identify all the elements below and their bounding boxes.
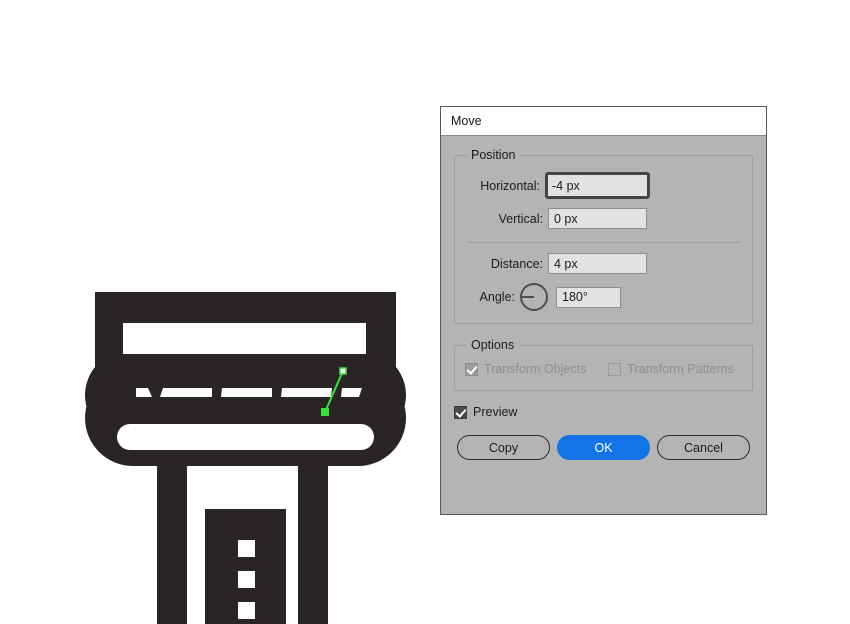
ac-leg-left (157, 466, 187, 624)
options-row: Transform Objects Transform Patterns (465, 358, 742, 376)
transform-objects-label: Transform Objects (484, 362, 587, 376)
ac-leg-right (298, 466, 328, 624)
ac-lower-lobe (85, 370, 406, 466)
dialog-titlebar[interactable]: Move (441, 107, 766, 136)
preview-label: Preview (473, 405, 518, 419)
preview-checkbox[interactable] (454, 405, 467, 419)
angle-dial-needle (522, 296, 534, 298)
vertical-input[interactable] (548, 208, 647, 229)
preview-checkbox-row[interactable]: Preview (454, 405, 753, 419)
options-group-legend: Options (471, 338, 515, 352)
angle-dial[interactable] (520, 283, 548, 311)
cancel-button[interactable]: Cancel (657, 435, 750, 460)
dialog-body: Position Horizontal: Vertical: Distance:… (441, 136, 766, 419)
ok-button[interactable]: OK (557, 435, 650, 460)
distance-input[interactable] (548, 253, 647, 274)
position-separator (467, 242, 740, 243)
distance-label: Distance: (490, 256, 543, 271)
transform-patterns-checkbox (608, 362, 622, 376)
dialog-title: Move (451, 114, 482, 128)
ac-dashed-vent-row (136, 388, 362, 397)
angle-row: Angle: (465, 283, 742, 311)
position-group-legend: Position (471, 148, 516, 162)
vertical-row: Vertical: (465, 208, 742, 229)
angle-label: Angle: (479, 290, 515, 304)
dialog-button-bar: Copy OK Cancel (441, 419, 766, 460)
check-icon (455, 405, 467, 418)
transform-objects-checkbox-row: Transform Objects (465, 362, 586, 376)
copy-button-label: Copy (488, 440, 519, 455)
transform-patterns-label: Transform Patterns (627, 362, 734, 376)
anchor-point-unselected[interactable] (339, 367, 347, 375)
ac-top-vent-slot (123, 323, 366, 354)
options-group: Options Transform Objects Transform Patt… (454, 338, 753, 391)
cancel-button-label: Cancel (684, 440, 723, 455)
ac-panel-light-1 (238, 540, 255, 557)
distance-row: Distance: (465, 253, 742, 274)
horizontal-input[interactable] (545, 172, 650, 199)
ac-panel-light-2 (238, 571, 255, 588)
move-dialog[interactable]: Move Position Horizontal: Vertical: Dist… (440, 106, 767, 515)
copy-button[interactable]: Copy (457, 435, 550, 460)
position-group: Position Horizontal: Vertical: Distance:… (454, 148, 753, 324)
ac-panel-light-3 (238, 602, 255, 619)
transform-patterns-checkbox-row: Transform Patterns (608, 362, 734, 376)
horizontal-label: Horizontal: (480, 178, 540, 193)
vertical-label: Vertical: (498, 211, 543, 226)
horizontal-row: Horizontal: (465, 172, 742, 199)
check-icon (466, 362, 478, 375)
anchor-point-selected[interactable] (321, 408, 329, 416)
transform-objects-checkbox (465, 362, 478, 376)
ac-front-bar (117, 424, 374, 450)
ok-button-label: OK (594, 440, 613, 455)
angle-input[interactable] (556, 286, 621, 308)
